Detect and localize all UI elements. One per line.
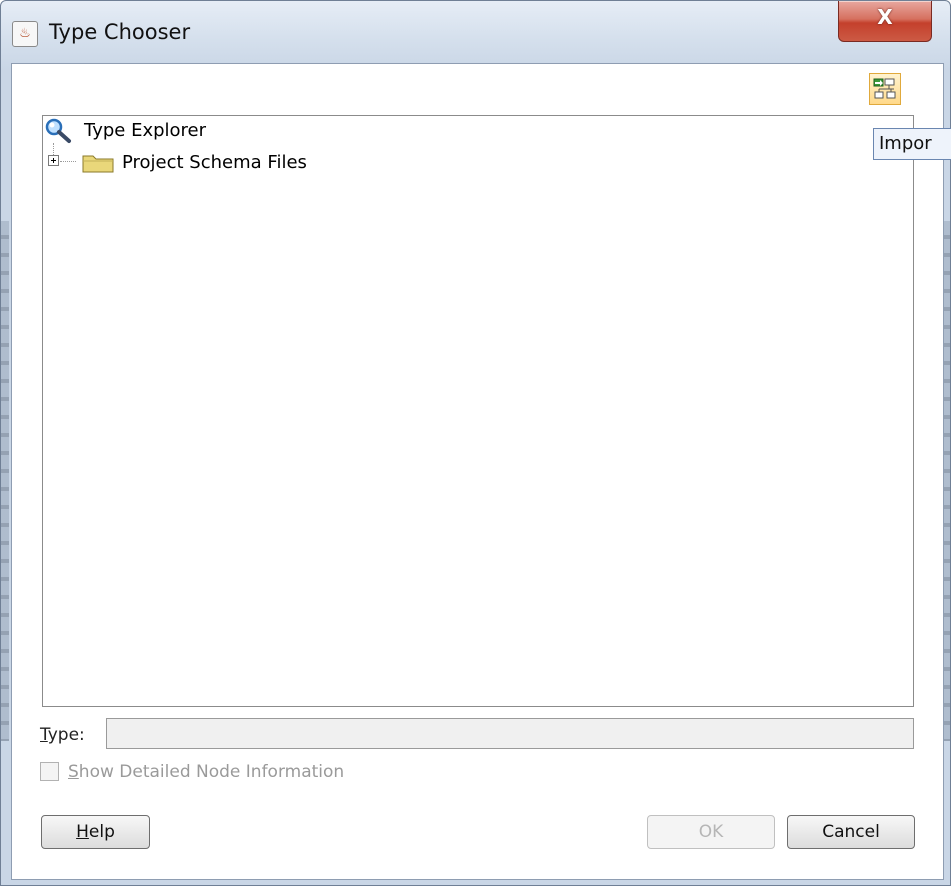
import-schema-button[interactable]	[869, 73, 901, 105]
folder-icon	[82, 155, 114, 173]
type-explorer-tree[interactable]	[42, 115, 914, 707]
import-schema-icon	[873, 78, 896, 99]
help-mnemonic: H	[76, 822, 89, 842]
ok-button[interactable]: OK	[647, 815, 775, 849]
title-bar[interactable]: ♨ Type Chooser	[1, 1, 950, 63]
java-app-icon: ♨	[12, 21, 38, 47]
help-text: elp	[88, 822, 115, 842]
close-button[interactable]: X	[838, 1, 932, 42]
cancel-button[interactable]: Cancel	[787, 815, 915, 849]
show-details-text: how Detailed Node Information	[78, 762, 345, 782]
tree-item-label: Project Schema Files	[122, 152, 307, 173]
type-label-mnemonic: T	[40, 725, 48, 745]
import-tooltip: Impor	[873, 128, 951, 160]
show-details-checkbox[interactable]	[40, 762, 59, 781]
show-details-mnemonic: S	[68, 762, 79, 782]
show-details-label[interactable]: Show Detailed Node Information	[68, 762, 344, 782]
magnifier-icon	[45, 118, 71, 143]
tree-connector-line	[60, 161, 76, 162]
type-label-text: ype:	[47, 725, 85, 745]
window-left-edge	[1, 221, 9, 741]
help-button[interactable]: Help	[41, 815, 150, 849]
tree-root-label: Type Explorer	[84, 120, 207, 141]
expand-plus-icon[interactable]	[48, 155, 59, 166]
type-field[interactable]	[106, 718, 914, 749]
type-field-label: Type:	[40, 725, 85, 745]
window-title: Type Chooser	[49, 20, 191, 44]
close-icon: X	[877, 5, 893, 29]
tree-connector-line	[53, 143, 54, 155]
